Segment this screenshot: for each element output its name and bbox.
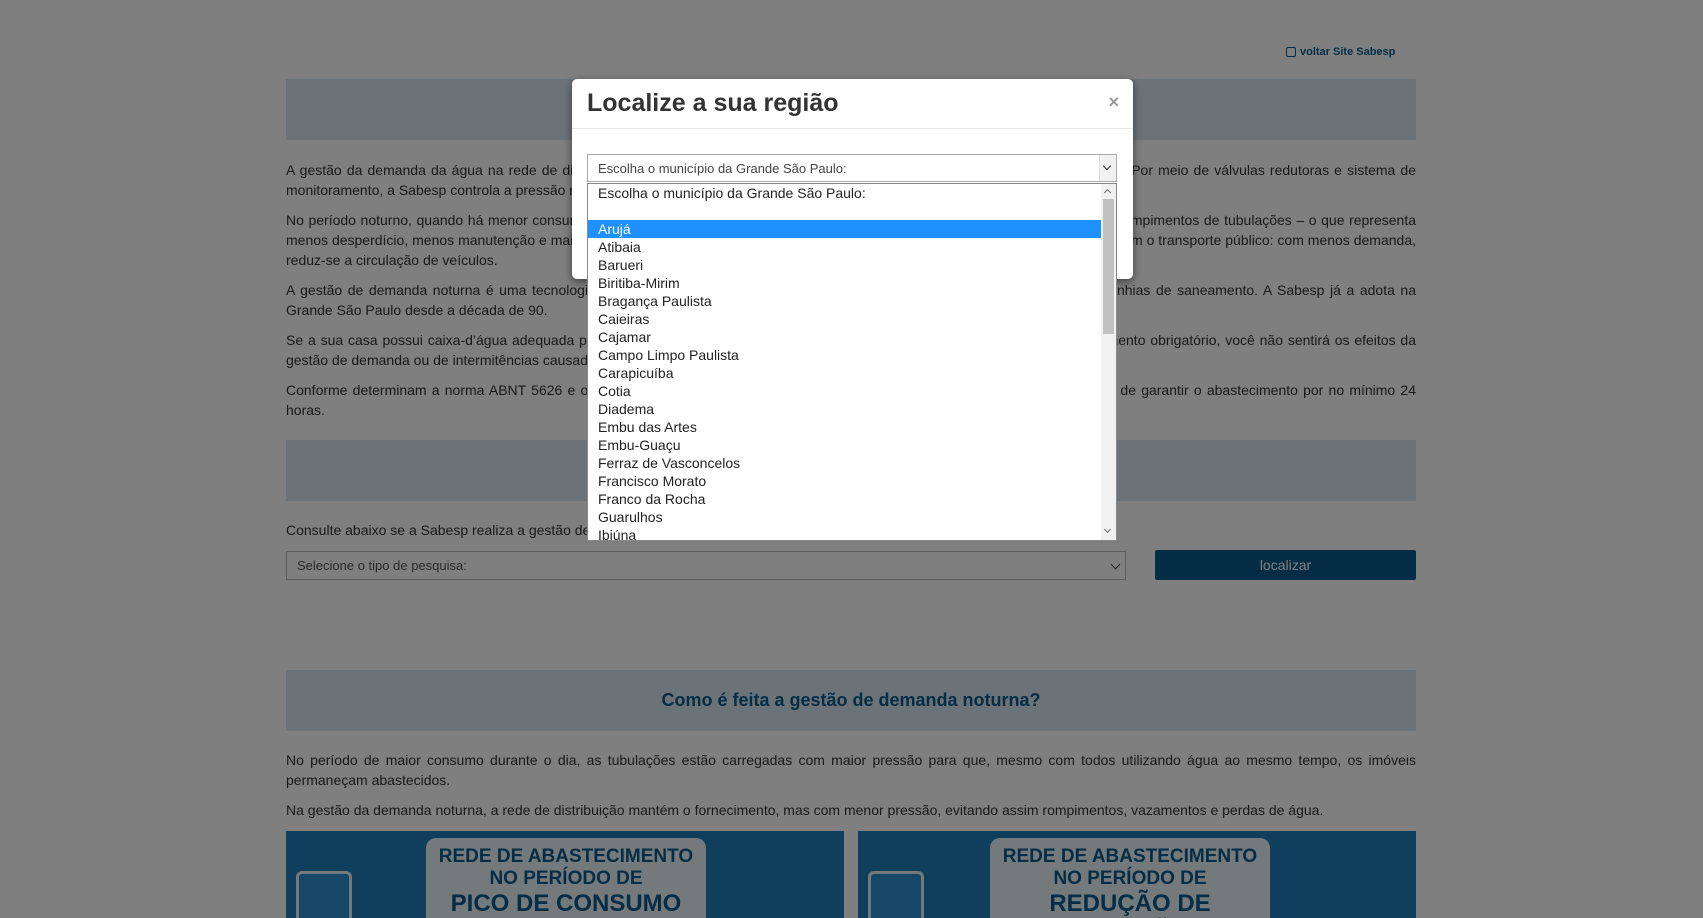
municipality-option[interactable]: Caieiras bbox=[588, 310, 1101, 328]
municipality-option[interactable]: Guarulhos bbox=[588, 508, 1101, 526]
modal-header-divider bbox=[572, 128, 1133, 129]
municipality-select-value: Escolha o município da Grande São Paulo: bbox=[598, 161, 847, 176]
municipality-option[interactable]: Ibiúna bbox=[588, 526, 1101, 540]
municipality-option[interactable]: Franco da Rocha bbox=[588, 490, 1101, 508]
municipality-option[interactable]: Escolha o município da Grande São Paulo: bbox=[588, 184, 1101, 202]
municipality-option[interactable]: Campo Limpo Paulista bbox=[588, 346, 1101, 364]
municipality-option[interactable]: Diadema bbox=[588, 400, 1101, 418]
municipality-option[interactable]: Bragança Paulista bbox=[588, 292, 1101, 310]
scroll-down-icon[interactable] bbox=[1103, 525, 1112, 534]
municipality-option[interactable]: Biritiba-Mirim bbox=[588, 274, 1101, 292]
municipality-option[interactable]: Atibaia bbox=[588, 238, 1101, 256]
municipality-option[interactable]: Ferraz de Vasconcelos bbox=[588, 454, 1101, 472]
dropdown-scrollbar[interactable] bbox=[1101, 184, 1116, 540]
modal-title: Localize a sua região bbox=[587, 89, 839, 117]
municipality-option[interactable]: Cotia bbox=[588, 382, 1101, 400]
chevron-down-icon bbox=[1102, 161, 1112, 171]
municipality-option[interactable]: Embu das Artes bbox=[588, 418, 1101, 436]
scrollbar-thumb[interactable] bbox=[1103, 199, 1114, 334]
municipality-select[interactable]: Escolha o município da Grande São Paulo: bbox=[587, 154, 1117, 182]
municipality-dropdown[interactable]: Escolha o município da Grande São Paulo:… bbox=[587, 183, 1117, 541]
select-arrow[interactable] bbox=[1099, 155, 1116, 181]
municipality-option[interactable]: Arujá bbox=[588, 220, 1101, 238]
municipality-option[interactable]: Barueri bbox=[588, 256, 1101, 274]
scroll-up-icon[interactable] bbox=[1103, 188, 1112, 197]
close-icon[interactable]: × bbox=[1108, 92, 1119, 113]
municipality-option[interactable]: Carapicuíba bbox=[588, 364, 1101, 382]
municipality-option[interactable] bbox=[588, 202, 1101, 220]
municipality-options: Escolha o município da Grande São Paulo:… bbox=[588, 184, 1101, 540]
municipality-option[interactable]: Francisco Morato bbox=[588, 472, 1101, 490]
municipality-option[interactable]: Cajamar bbox=[588, 328, 1101, 346]
municipality-option[interactable]: Embu-Guaçu bbox=[588, 436, 1101, 454]
